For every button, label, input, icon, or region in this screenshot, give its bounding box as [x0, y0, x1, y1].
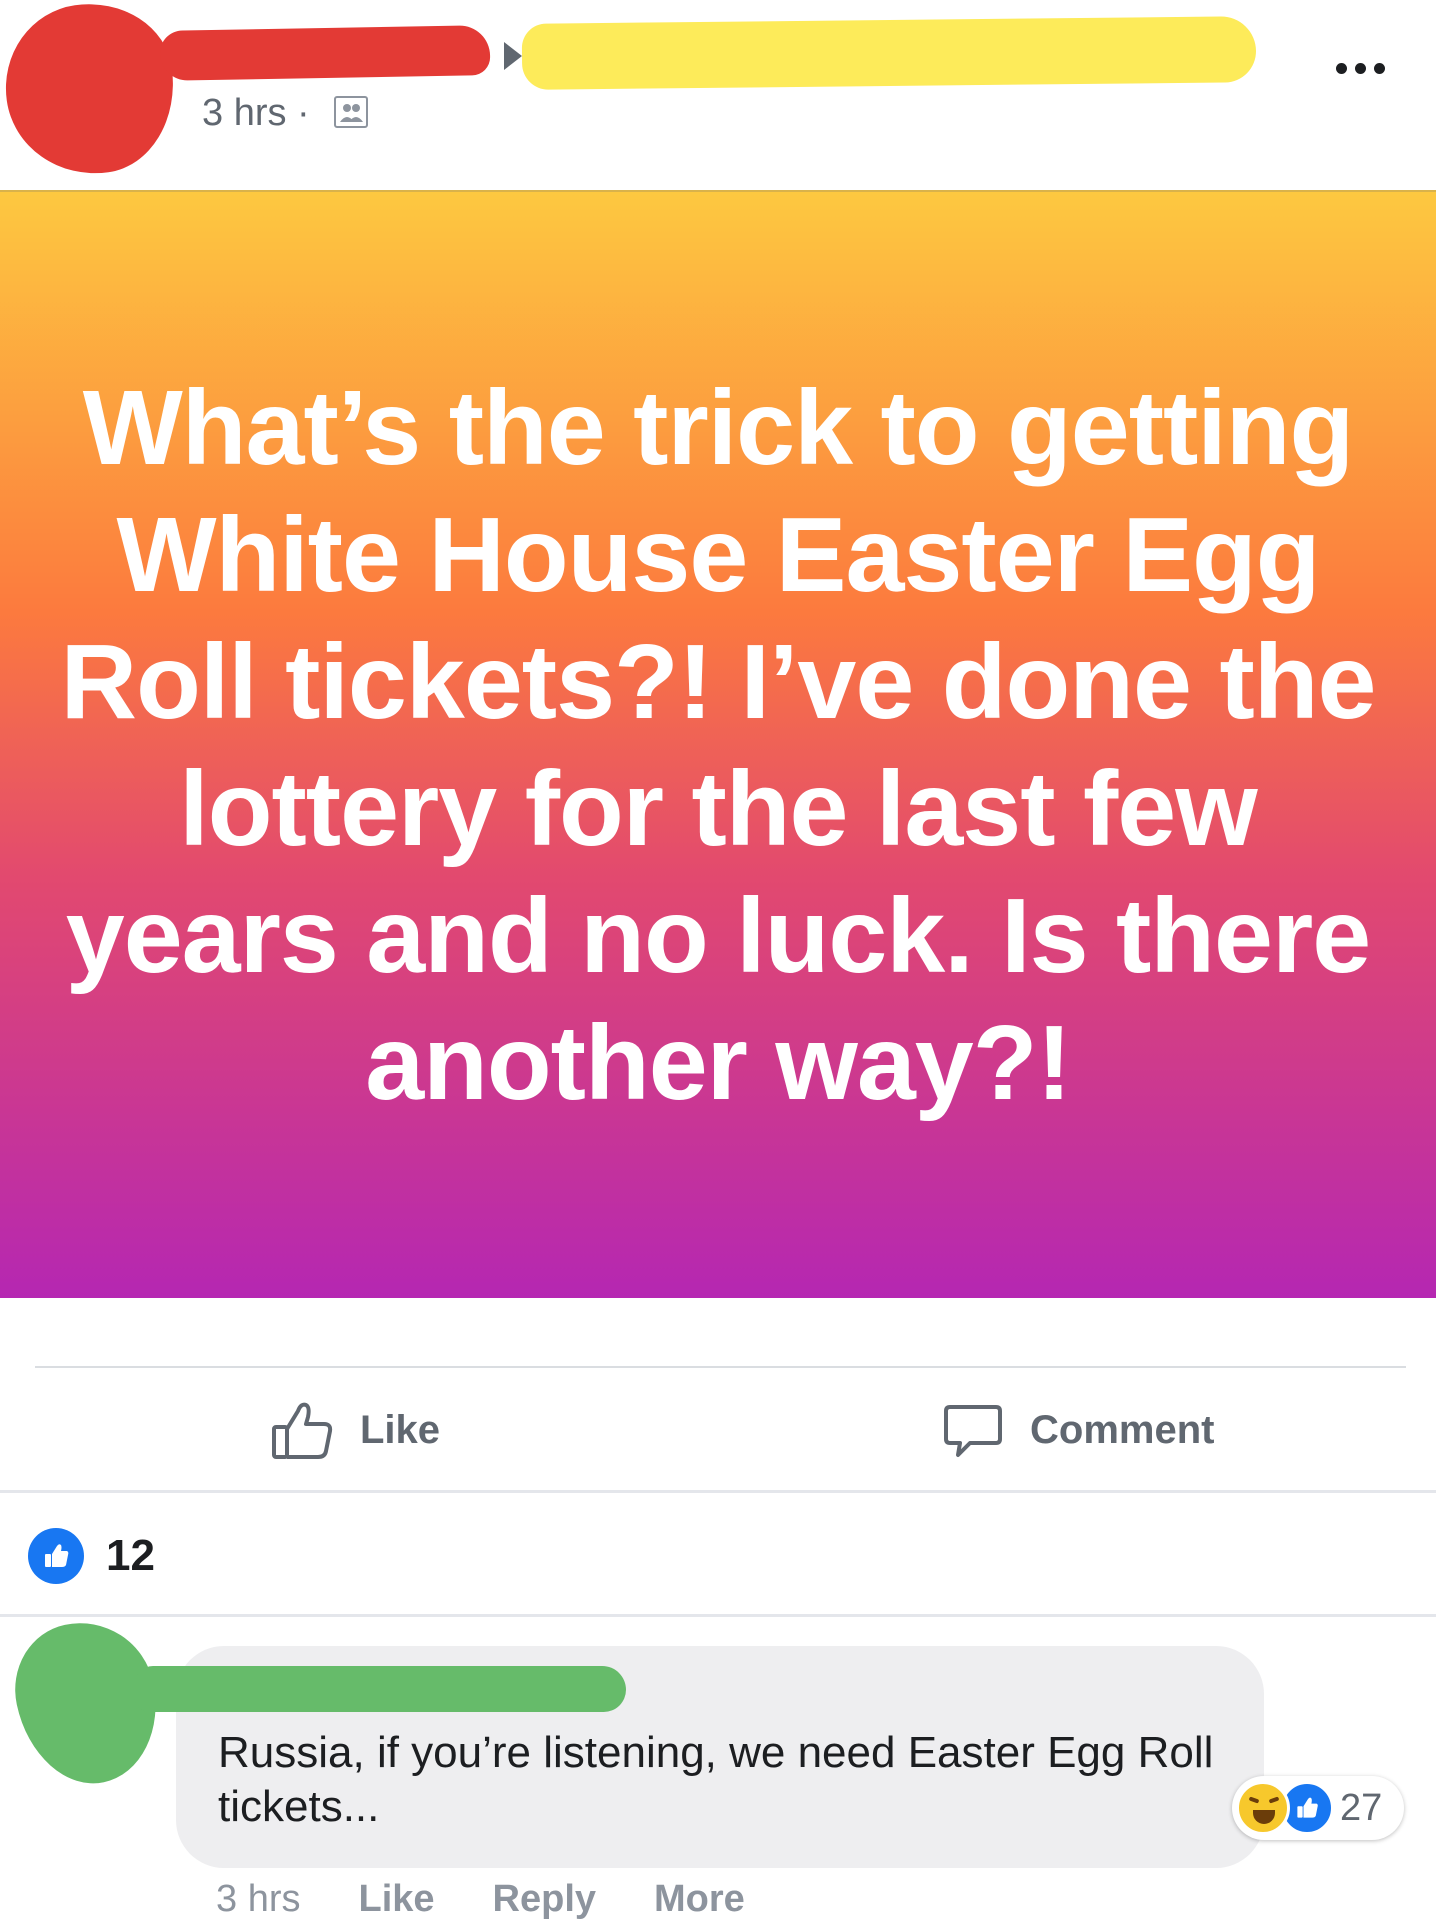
comment-more-link[interactable]: More — [654, 1874, 745, 1924]
divider — [35, 1366, 1406, 1368]
like-label: Like — [360, 1407, 441, 1452]
comment-timestamp[interactable]: 3 hrs — [216, 1874, 300, 1924]
post-timestamp[interactable]: 3 hrs · — [202, 88, 310, 138]
comment-icon — [940, 1397, 1006, 1463]
comment-button[interactable]: Comment — [940, 1394, 1214, 1466]
comment-reaction-count: 27 — [1340, 1786, 1383, 1829]
right-arrow-icon — [504, 42, 522, 70]
redacted-group-name[interactable] — [521, 16, 1257, 90]
redacted-author-name[interactable] — [159, 25, 491, 81]
like-button[interactable]: Like — [270, 1394, 440, 1466]
comment-label: Comment — [1030, 1407, 1215, 1452]
redacted-avatar[interactable] — [0, 0, 186, 185]
more-dots-icon[interactable] — [1330, 48, 1390, 88]
comment-meta: 3 hrs Like Reply More — [216, 1874, 745, 1924]
comment-reply-link[interactable]: Reply — [493, 1874, 596, 1924]
thumbs-up-icon — [270, 1397, 336, 1463]
redacted-commenter-name[interactable] — [134, 1666, 626, 1712]
divider — [0, 1614, 1436, 1617]
divider — [0, 1490, 1436, 1493]
haha-icon — [1236, 1781, 1290, 1835]
like-reaction-icon[interactable] — [28, 1528, 84, 1584]
post-text: What’s the trick to getting White House … — [60, 369, 1377, 1122]
friends-icon — [334, 96, 368, 128]
comment-text: Russia, if you’re listening, we need Eas… — [218, 1728, 1214, 1831]
reaction-count[interactable]: 12 — [106, 1528, 155, 1584]
comment-like-link[interactable]: Like — [358, 1874, 434, 1924]
comment-reactions[interactable]: 27 — [1232, 1776, 1404, 1840]
